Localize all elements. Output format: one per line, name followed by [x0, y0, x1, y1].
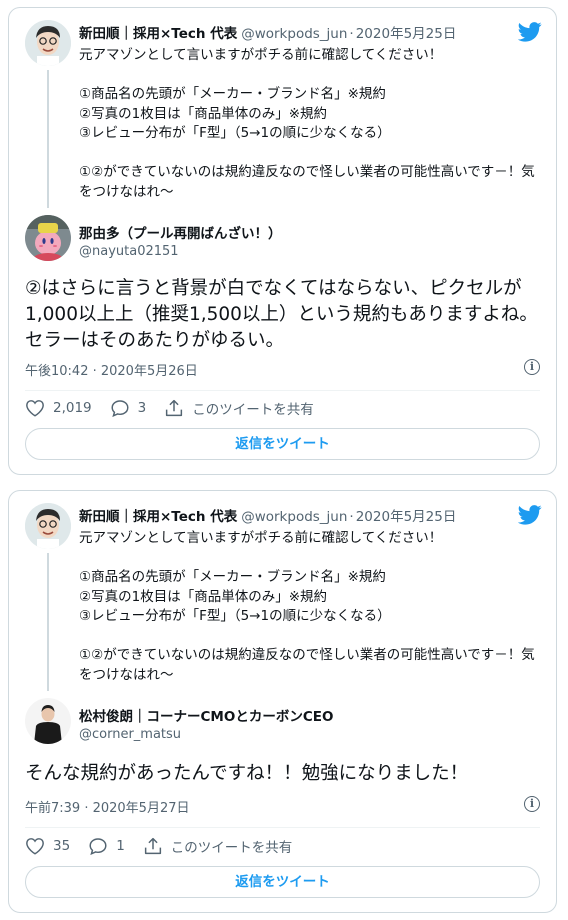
reply-timestamp[interactable]: 午後10:42 · 2020年5月26日: [25, 360, 198, 379]
twitter-bird-icon[interactable]: [518, 505, 542, 525]
share-button[interactable]: このツイートを共有: [164, 398, 314, 418]
reply-tweet-button[interactable]: 返信をツイート: [25, 428, 540, 460]
avatar-kirby-icon: [25, 215, 71, 261]
comment-button[interactable]: 3: [110, 399, 147, 417]
share-icon: [166, 399, 183, 417]
heart-icon: [26, 838, 44, 855]
info-icon[interactable]: i: [524, 359, 540, 375]
share-label: このツイートを共有: [170, 840, 293, 856]
parent-handle[interactable]: @workpods_jun: [241, 509, 347, 525]
comment-button[interactable]: 1: [88, 837, 125, 855]
parent-tweet-text: 元アマゾンとして言いますがポチる前に確認してください！ ①商品名の先頭が「メーカ…: [79, 47, 535, 200]
parent-tweet-text: 元アマゾンとして言いますがポチる前に確認してください！ ①商品名の先頭が「メーカ…: [79, 530, 535, 683]
share-button[interactable]: このツイートを共有: [143, 836, 293, 856]
reply-name[interactable]: 那由多（プール再開ばんざい！）: [79, 222, 282, 242]
info-icon[interactable]: i: [524, 796, 540, 812]
tweet-card-1[interactable]: 新田順｜採用×Tech 代表 @workpods_jun · 2020年5月25日 元…: [8, 7, 557, 475]
thread-line: [47, 553, 49, 691]
divider: [25, 827, 540, 828]
parent-header: 新田順｜採用×Tech 代表 @workpods_jun · 2020年5月25日: [79, 505, 456, 525]
reply-timestamp[interactable]: 午前7:39 · 2020年5月27日: [25, 797, 190, 816]
comment-count: 1: [116, 838, 125, 854]
avatar-parent-2[interactable]: [25, 503, 71, 549]
separator-dot: ·: [349, 509, 354, 525]
reply-tweet-button[interactable]: 返信をツイート: [25, 866, 540, 898]
reply-tweet-text: ②はさらに言うと背景が白でなくてはならない、ピクセルが1,000以上上（推奨1,…: [25, 278, 538, 351]
avatar-person-icon: [25, 698, 71, 744]
action-bar: 35 1 このツイートを共有: [25, 836, 310, 856]
thread-line: [47, 70, 49, 208]
like-count: 2,019: [53, 400, 92, 416]
avatar-parent-1[interactable]: [25, 20, 71, 66]
separator-dot: ·: [349, 26, 354, 42]
action-bar: 2,019 3 このツイートを共有: [25, 398, 332, 418]
heart-icon: [26, 400, 44, 417]
like-button[interactable]: 2,019: [25, 399, 92, 417]
comment-icon: [89, 838, 107, 855]
reply-handle[interactable]: @nayuta02151: [79, 244, 179, 259]
avatar-reply-1[interactable]: [25, 215, 71, 261]
reply-handle[interactable]: @corner_matsu: [79, 727, 181, 742]
tweet-card-2[interactable]: 新田順｜採用×Tech 代表 @workpods_jun · 2020年5月25日 元…: [8, 490, 557, 913]
avatar-reply-2[interactable]: [25, 698, 71, 744]
parent-date[interactable]: 2020年5月25日: [356, 509, 457, 525]
parent-date[interactable]: 2020年5月25日: [356, 26, 457, 42]
twitter-bird-icon[interactable]: [518, 22, 542, 42]
reply-tweet-text: そんな規約があったんですね！！勉強になりました！: [25, 763, 469, 784]
parent-header: 新田順｜採用×Tech 代表 @workpods_jun · 2020年5月25日: [79, 22, 456, 42]
parent-name[interactable]: 新田順｜採用×Tech 代表: [79, 509, 237, 525]
like-button[interactable]: 35: [25, 837, 70, 855]
like-count: 35: [53, 838, 71, 854]
reply-name[interactable]: 松村俊朗｜コーナーCMOとカーボンCEO: [79, 705, 333, 725]
parent-handle[interactable]: @workpods_jun: [241, 26, 347, 42]
share-label: このツイートを共有: [192, 402, 314, 418]
avatar-face-icon: [25, 20, 71, 66]
divider: [25, 390, 540, 391]
avatar-face-icon: [25, 503, 71, 549]
parent-name[interactable]: 新田順｜採用×Tech 代表: [79, 26, 237, 42]
comment-icon: [111, 400, 129, 417]
comment-count: 3: [137, 400, 147, 416]
share-icon: [144, 837, 161, 855]
